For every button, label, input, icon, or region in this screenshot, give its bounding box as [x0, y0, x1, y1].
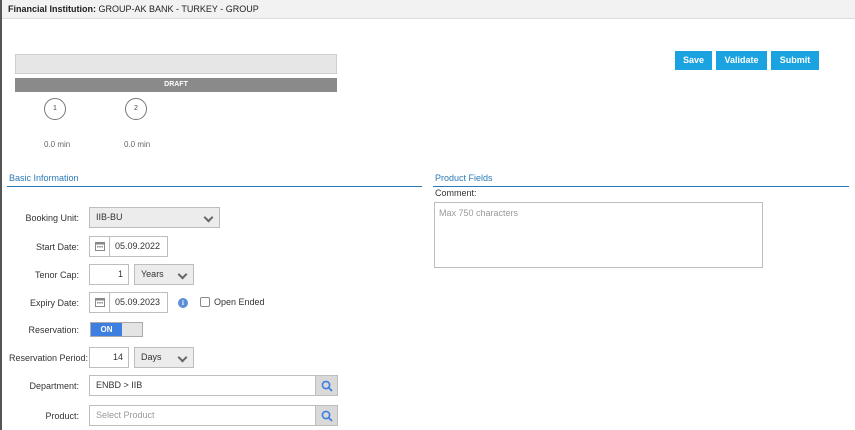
expiry-date-value: 05.09.2023	[115, 297, 161, 307]
workflow-step-1[interactable]: 1	[44, 98, 66, 120]
product-field[interactable]: Select Product	[89, 405, 316, 426]
department-field[interactable]: ENBD > IIB	[89, 375, 316, 396]
tenor-cap-input[interactable]: 1	[89, 264, 129, 285]
calendar-icon[interactable]	[90, 237, 110, 256]
start-date-field[interactable]: 05.09.2022	[89, 236, 168, 257]
workflow-status-bar: DRAFT	[15, 78, 337, 92]
institution-label: Financial Institution:	[8, 4, 96, 14]
chevron-down-icon	[177, 269, 188, 280]
expiry-date-field[interactable]: 05.09.2023	[89, 292, 168, 313]
product-fields-title: Product Fields	[435, 173, 493, 183]
comment-textarea[interactable]: Max 750 characters	[434, 202, 763, 268]
save-button[interactable]: Save	[675, 51, 712, 70]
reservation-period-label: Reservation Period:	[9, 353, 89, 363]
reservation-toggle-on: ON	[91, 323, 122, 336]
window-left-border	[0, 0, 2, 430]
booking-unit-value: IIB-BU	[96, 212, 123, 222]
search-icon	[321, 410, 333, 422]
comment-label: Comment:	[435, 188, 477, 198]
expiry-date-label: Expiry Date:	[29, 298, 79, 308]
institution-value: GROUP-AK BANK - TURKEY - GROUP	[98, 4, 259, 14]
workflow-step-1-time: 0.0 min	[44, 140, 71, 149]
department-label: Department:	[29, 381, 79, 391]
product-label: Product:	[45, 411, 79, 421]
product-fields-divider	[433, 186, 849, 187]
tenor-cap-label: Tenor Cap:	[34, 270, 79, 280]
tenor-cap-unit-select[interactable]: Years	[134, 264, 194, 285]
open-ended-label[interactable]: Open Ended	[214, 297, 265, 307]
product-search-button[interactable]	[315, 405, 338, 426]
workflow-step-2[interactable]: 2	[125, 98, 147, 120]
booking-unit-label: Booking Unit:	[25, 213, 79, 223]
chevron-down-icon	[177, 352, 188, 363]
basic-information-title: Basic Information	[9, 173, 79, 183]
validate-button[interactable]: Validate	[716, 51, 767, 70]
tenor-cap-unit-value: Years	[141, 269, 164, 279]
submit-button[interactable]: Submit	[771, 51, 819, 70]
department-search-button[interactable]	[315, 375, 338, 396]
info-icon[interactable]: i	[178, 298, 188, 308]
booking-unit-select[interactable]: IIB-BU	[89, 207, 220, 228]
institution-header: Financial Institution: GROUP-AK BANK - T…	[2, 0, 855, 19]
reservation-toggle[interactable]: ON	[90, 322, 143, 337]
reservation-period-unit-select[interactable]: Days	[134, 347, 194, 368]
reservation-label: Reservation:	[28, 325, 79, 335]
calendar-icon[interactable]	[90, 293, 110, 312]
start-date-label: Start Date:	[35, 242, 79, 252]
start-date-value: 05.09.2022	[115, 241, 161, 251]
search-icon	[321, 380, 333, 392]
chevron-down-icon	[203, 212, 214, 223]
workflow-step-2-time: 0.0 min	[124, 140, 151, 149]
reservation-period-unit-value: Days	[141, 352, 162, 362]
open-ended-checkbox[interactable]	[200, 297, 210, 307]
reservation-period-input[interactable]: 14	[89, 347, 129, 368]
basic-information-divider	[7, 186, 422, 187]
workflow-progress-bar	[15, 54, 337, 74]
